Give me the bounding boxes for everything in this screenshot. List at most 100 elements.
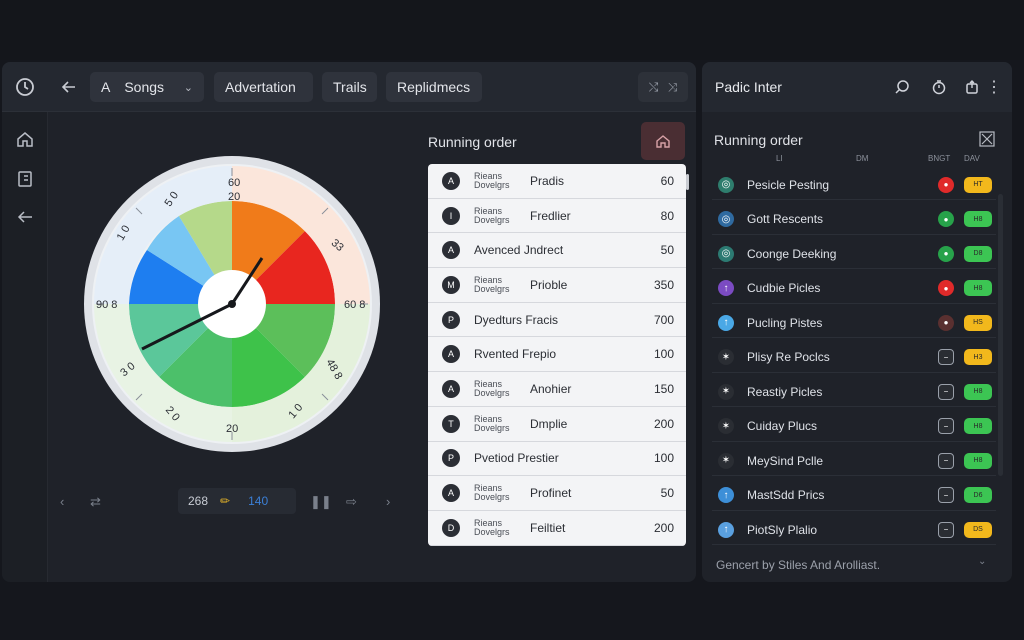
clock-icon[interactable]	[14, 76, 36, 98]
row-value: 50	[660, 243, 674, 258]
more-vertical-icon[interactable]: ⋮	[984, 77, 1004, 97]
left-nav	[2, 112, 48, 582]
row-name: Dmplie	[530, 416, 568, 431]
status-dot[interactable]: −	[938, 521, 954, 538]
wheel-label: 20	[226, 423, 238, 435]
wheel-label: 60	[228, 177, 240, 189]
songs-dropdown[interactable]: A Songs ⌄	[90, 72, 204, 102]
status-badge: H8	[964, 280, 992, 296]
list-item[interactable]: A Rieans Dovelgrs Profinet 50	[428, 476, 686, 511]
col-head: BNGT	[928, 154, 951, 163]
list-item[interactable]: A Avenced Jndrect 50	[428, 233, 686, 269]
status-dot[interactable]: ●	[938, 211, 954, 227]
home-button[interactable]	[641, 122, 685, 160]
item-name: Reastiy Picles	[747, 384, 823, 399]
row-subtitle: Rieans Dovelgrs	[474, 170, 510, 190]
link-icon[interactable]: ⇄	[90, 494, 101, 510]
tab-trails[interactable]: Trails	[322, 72, 377, 102]
row-value: 700	[653, 312, 674, 327]
list-item[interactable]: T Rieans Dovelgrs Dmplie 200	[428, 407, 686, 442]
playback-controls: ‹ ⇄ 268 ✏ 140 ❚❚ ⇨ ›	[48, 486, 408, 522]
tab-replidmecs[interactable]: Replidmecs	[386, 72, 482, 102]
item-icon: ✶	[718, 349, 734, 365]
pencil-icon[interactable]: ✏	[220, 494, 230, 508]
row-subtitle: Rieans Dovelgrs	[474, 205, 510, 225]
arrow-left-icon[interactable]	[14, 206, 36, 228]
chevron-right-icon[interactable]: ›	[386, 494, 390, 509]
toolbar: A Songs ⌄ Advertation Trails Replidmecs …	[2, 62, 696, 112]
list-scrollbar[interactable]	[686, 174, 689, 190]
item-name: Pucling Pistes	[747, 315, 823, 330]
list-item[interactable]: A Rieans Dovelgrs Anohier 150	[428, 372, 686, 407]
row-subtitle: Rieans Dovelgrs	[474, 413, 510, 433]
list-item[interactable]: D Rieans Dovelgrs Feiltiet 200	[428, 511, 686, 546]
timer-icon[interactable]	[929, 77, 949, 97]
position-secondary: 140	[248, 494, 269, 508]
rotation-wheel[interactable]: 60 20 5 0 1 0 33 90 8 60 8 3 0 48 8 2 0 …	[82, 154, 382, 454]
status-dot[interactable]: ●	[938, 245, 954, 262]
status-dot[interactable]: ●	[938, 314, 954, 331]
tab-advertation[interactable]: Advertation	[214, 72, 313, 102]
status-dot[interactable]: −	[938, 487, 954, 503]
row-badge: P	[442, 449, 460, 468]
item-icon: ↑	[718, 521, 734, 538]
house-icon	[656, 135, 670, 148]
share-icon[interactable]	[962, 77, 982, 97]
side-list-item[interactable]: ◎ Gott Rescents ● H8	[712, 205, 996, 235]
side-title: Padic Inter	[715, 79, 782, 95]
home-icon[interactable]	[14, 128, 36, 150]
row-name: Pvetiod Prestier	[474, 451, 559, 466]
status-dot[interactable]: ●	[938, 280, 954, 296]
side-panel: Padic Inter ⋮ Running order LI DM BNGT D…	[702, 62, 1012, 582]
row-badge: A	[442, 241, 460, 260]
row-badge: M	[442, 275, 460, 294]
status-dot[interactable]: −	[938, 383, 954, 400]
row-value: 100	[653, 347, 674, 362]
side-list-item[interactable]: ↑ MastSdd Prics − D6	[712, 481, 996, 511]
row-name: Fredlier	[530, 208, 571, 223]
status-badge: H8	[964, 383, 992, 400]
chevron-down-icon[interactable]: ⌄	[978, 556, 986, 567]
top-strip	[0, 0, 1024, 60]
side-list-item[interactable]: ✶ Cuiday Plucs − H8	[712, 412, 996, 442]
list-item[interactable]: I Rieans Dovelgrs Fredlier 80	[428, 199, 686, 234]
list-item[interactable]: P Dyedturs Fracis 700	[428, 303, 686, 338]
chevron-left-icon[interactable]: ‹	[60, 494, 64, 509]
side-header: Padic Inter ⋮	[702, 62, 1012, 112]
side-list-item[interactable]: ◎ Pesicle Pesting ● HT	[712, 170, 996, 200]
status-dot[interactable]: ●	[938, 176, 954, 193]
list-item[interactable]: M Rieans Dovelgrs Prioble 350	[428, 268, 686, 303]
close-icon[interactable]	[978, 130, 996, 148]
side-list-item[interactable]: ↑ PiotSly Plalio − DS	[712, 515, 996, 545]
running-order-header: Running order	[428, 122, 688, 162]
item-name: PiotSly Plalio	[747, 522, 818, 537]
list-item[interactable]: A Rvented Frepio 100	[428, 337, 686, 373]
item-name: Pesicle Pesting	[747, 177, 830, 192]
side-list-item[interactable]: ◎ Coonge Deeking ● D8	[712, 239, 996, 269]
status-badge: HT	[964, 176, 992, 193]
row-name: Profinet	[530, 486, 572, 501]
book-icon[interactable]	[14, 168, 36, 190]
side-list-item[interactable]: ✶ MeySind Pclle − H8	[712, 446, 996, 476]
status-dot[interactable]: −	[938, 418, 954, 434]
back-arrow-icon[interactable]	[58, 76, 80, 98]
position-field[interactable]: 268 ✏ 140	[178, 488, 296, 514]
row-name: Pradis	[530, 173, 565, 188]
side-list-item[interactable]: ✶ Plisy Re Poclcs − H3	[712, 343, 996, 373]
shuffle-button[interactable]: ⤭ ⤨	[638, 72, 688, 102]
side-list-item[interactable]: ↑ Cudbie Picles ● H8	[712, 274, 996, 304]
side-scroll-track[interactable]	[998, 194, 1003, 476]
side-list-item[interactable]: ↑ Pucling Pistes ● HS	[712, 308, 996, 338]
forward-icon[interactable]: ⇨	[346, 494, 357, 510]
search-icon[interactable]	[892, 77, 912, 97]
status-badge: H8	[964, 211, 992, 227]
item-icon: ✶	[718, 418, 734, 434]
list-item[interactable]: A Rieans Dovelgrs Pradis 60	[428, 164, 686, 199]
side-list-item[interactable]: ✶ Reastiy Picles − H8	[712, 377, 996, 407]
status-dot[interactable]: −	[938, 349, 954, 365]
pause-icon[interactable]: ❚❚	[310, 494, 332, 510]
row-subtitle: Rieans Dovelgrs	[474, 483, 510, 503]
status-dot[interactable]: −	[938, 452, 954, 469]
side-footer: Gencert by Stiles And Arolliast.	[716, 558, 881, 572]
list-item[interactable]: P Pvetiod Prestier 100	[428, 442, 686, 477]
